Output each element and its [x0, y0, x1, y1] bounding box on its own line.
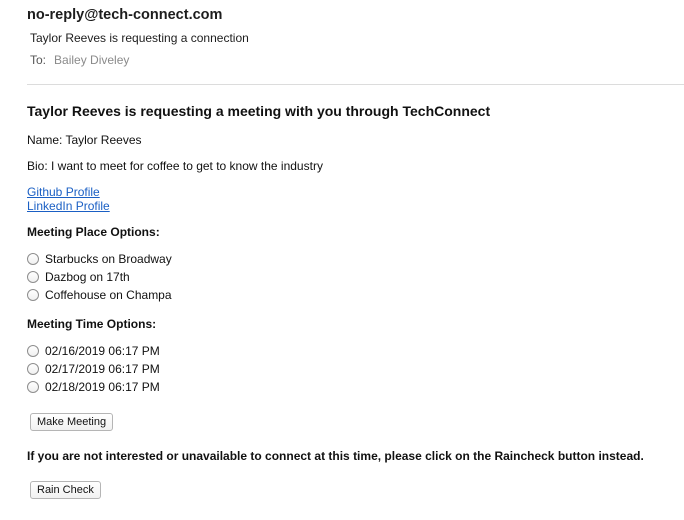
place-option-starbucks[interactable]: Starbucks on Broadway [27, 251, 172, 267]
radio-button[interactable] [27, 363, 39, 375]
time-option-label: 02/16/2019 06:17 PM [45, 344, 160, 358]
email-subject: Taylor Reeves is requesting a connection [30, 31, 249, 45]
linkedin-profile-link[interactable]: LinkedIn Profile [27, 199, 110, 213]
rain-check-button[interactable]: Rain Check [30, 481, 101, 499]
radio-button[interactable] [27, 289, 39, 301]
raincheck-notice: If you are not interested or unavailable… [27, 449, 644, 463]
meeting-place-title: Meeting Place Options: [27, 225, 160, 239]
place-option-dazbog[interactable]: Dazbog on 17th [27, 269, 130, 285]
time-option-2[interactable]: 02/17/2019 06:17 PM [27, 361, 160, 377]
radio-button[interactable] [27, 345, 39, 357]
time-option-label: 02/17/2019 06:17 PM [45, 362, 160, 376]
time-option-1[interactable]: 02/16/2019 06:17 PM [27, 343, 160, 359]
recipient-row: To: Bailey Diveley [30, 53, 129, 67]
requester-name: Name: Taylor Reeves [27, 133, 142, 147]
meeting-time-title: Meeting Time Options: [27, 317, 157, 331]
message-headline: Taylor Reeves is requesting a meeting wi… [27, 103, 491, 119]
requester-bio: Bio: I want to meet for coffee to get to… [27, 159, 323, 173]
recipient-name[interactable]: Bailey Diveley [54, 53, 129, 67]
sender-address: no-reply@tech-connect.com [27, 7, 223, 23]
radio-button[interactable] [27, 253, 39, 265]
to-label: To: [30, 53, 47, 67]
radio-button[interactable] [27, 381, 39, 393]
header-divider [27, 84, 684, 85]
make-meeting-button[interactable]: Make Meeting [30, 413, 114, 431]
github-profile-link[interactable]: Github Profile [27, 185, 100, 199]
place-option-label: Dazbog on 17th [45, 270, 130, 284]
email-header: no-reply@tech-connect.com Taylor Reeves … [0, 0, 684, 86]
radio-button[interactable] [27, 271, 39, 283]
place-option-coffehouse[interactable]: Coffehouse on Champa [27, 287, 172, 303]
place-option-label: Starbucks on Broadway [45, 252, 172, 266]
place-option-label: Coffehouse on Champa [45, 288, 172, 302]
time-option-3[interactable]: 02/18/2019 06:17 PM [27, 379, 160, 395]
time-option-label: 02/18/2019 06:17 PM [45, 380, 160, 394]
